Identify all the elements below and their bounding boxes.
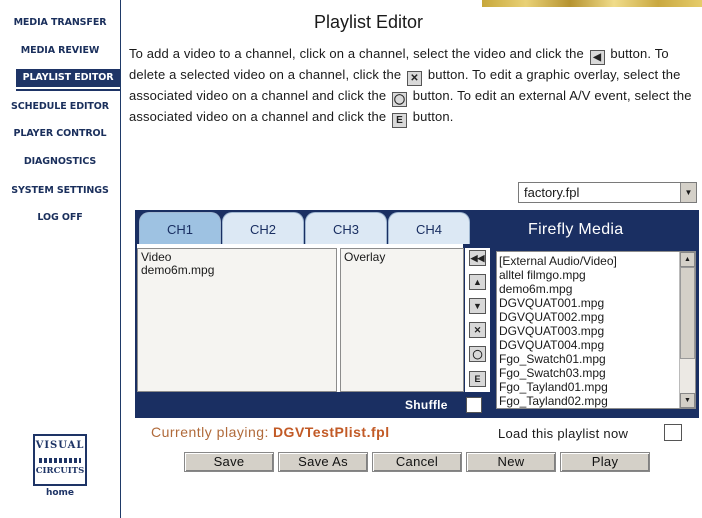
media-items: [External Audio/Video] alltel filmgo.mpg… bbox=[499, 254, 679, 408]
list-item[interactable]: DGVQUAT002.mpg bbox=[499, 310, 679, 324]
header-decoration bbox=[482, 0, 702, 7]
list-item[interactable]: Fgo_Swatch03.mpg bbox=[499, 366, 679, 380]
external-av-icon: E bbox=[392, 113, 407, 128]
save-button[interactable]: Save bbox=[184, 452, 274, 472]
nav-item-media-transfer[interactable]: MEDIA TRANSFER bbox=[0, 14, 120, 32]
visual-circuits-logo[interactable]: VISUAL CIRCUITS bbox=[33, 434, 87, 486]
list-item[interactable]: alltel filmgo.mpg bbox=[499, 268, 679, 282]
list-item[interactable]: [External Audio/Video] bbox=[499, 254, 679, 268]
list-item[interactable]: demo6m.mpg bbox=[499, 282, 679, 296]
intro-part-1: To add a video to a channel, click on a … bbox=[129, 46, 584, 61]
playlist-select[interactable]: factory.fpl ▼ bbox=[518, 182, 697, 203]
nav-item-system-settings[interactable]: SYSTEM SETTINGS bbox=[0, 182, 120, 200]
nav-item-schedule-editor[interactable]: SCHEDULE EDITOR bbox=[0, 98, 120, 116]
add-to-channel-button[interactable]: ◀◀ bbox=[469, 250, 486, 266]
delete-button[interactable]: ✕ bbox=[469, 322, 486, 338]
edit-external-av-button[interactable]: E bbox=[469, 371, 486, 387]
save-as-button[interactable]: Save As bbox=[278, 452, 368, 472]
currently-playing-file: DGVTestPlist.fpl bbox=[272, 424, 390, 440]
instructions-text: To add a video to a channel, click on a … bbox=[129, 44, 695, 128]
edit-overlay-button[interactable]: ◯ bbox=[469, 346, 486, 362]
home-link[interactable]: home bbox=[33, 488, 87, 498]
add-to-channel-icon: ◀◀ bbox=[470, 253, 485, 263]
scroll-up-icon[interactable]: ▲ bbox=[680, 252, 695, 267]
sidebar-nav: MEDIA TRANSFER MEDIA REVIEW PLAYLIST EDI… bbox=[0, 0, 121, 518]
video-list[interactable]: Video demo6m.mpg bbox=[137, 248, 337, 392]
page-title: Playlist Editor bbox=[314, 12, 424, 32]
nav-item-player-control[interactable]: PLAYER CONTROL bbox=[0, 125, 120, 143]
cancel-button[interactable]: Cancel bbox=[372, 452, 462, 472]
load-playlist-checkbox[interactable] bbox=[664, 424, 682, 441]
scroll-thumb[interactable] bbox=[680, 267, 695, 359]
intro-part-5: button. bbox=[412, 109, 454, 124]
overlay-list[interactable]: Overlay bbox=[340, 248, 464, 392]
media-list[interactable]: [External Audio/Video] alltel filmgo.mpg… bbox=[496, 251, 696, 409]
move-up-icon: ▲ bbox=[473, 277, 482, 287]
delete-icon: ✕ bbox=[407, 71, 423, 86]
tab-ch3[interactable]: CH3 bbox=[305, 212, 387, 244]
logo-line-2: CIRCUITS bbox=[35, 466, 85, 476]
overlay-icon: ◯ bbox=[472, 349, 483, 359]
list-item[interactable]: Fgo_Tayland01.mpg bbox=[499, 380, 679, 394]
list-item[interactable]: DGVQUAT004.mpg bbox=[499, 338, 679, 352]
scroll-down-icon[interactable]: ▼ bbox=[680, 393, 695, 408]
move-up-button[interactable]: ▲ bbox=[469, 274, 486, 290]
nav-item-diagnostics[interactable]: DIAGNOSTICS bbox=[0, 153, 120, 171]
new-button[interactable]: New bbox=[466, 452, 556, 472]
nav-item-log-off[interactable]: LOG OFF bbox=[0, 209, 120, 227]
nav-item-playlist-editor[interactable]: PLAYLIST EDITOR bbox=[16, 69, 120, 87]
logo-line-1: VISUAL bbox=[35, 440, 85, 451]
list-item[interactable]: Fgo_Tayland02.mpg bbox=[499, 394, 679, 408]
tab-ch1[interactable]: CH1 bbox=[139, 212, 221, 245]
chevron-down-icon[interactable]: ▼ bbox=[680, 183, 696, 202]
nav-active-underline bbox=[16, 89, 120, 91]
load-playlist-label: Load this playlist now bbox=[498, 426, 629, 441]
tab-ch4[interactable]: CH4 bbox=[388, 212, 470, 244]
media-list-scrollbar[interactable]: ▲ ▼ bbox=[679, 252, 695, 408]
overlay-list-header: Overlay bbox=[344, 250, 386, 264]
shuffle-checkbox[interactable] bbox=[466, 397, 482, 413]
list-item[interactable]: DGVQUAT001.mpg bbox=[499, 296, 679, 310]
currently-playing-label: Currently playing: bbox=[151, 424, 269, 440]
external-av-icon: E bbox=[474, 374, 481, 384]
move-down-icon: ▼ bbox=[473, 301, 482, 311]
shuffle-label: Shuffle bbox=[405, 398, 448, 412]
delete-icon: ✕ bbox=[473, 325, 482, 335]
nav-item-media-review[interactable]: MEDIA REVIEW bbox=[0, 42, 120, 60]
overlay-icon: ◯ bbox=[392, 92, 407, 107]
list-item[interactable]: Fgo_Swatch01.mpg bbox=[499, 352, 679, 366]
list-item[interactable]: demo6m.mpg bbox=[141, 264, 333, 277]
currently-playing: Currently playing: DGVTestPlist.fpl bbox=[151, 424, 390, 440]
logo-bar bbox=[39, 458, 81, 463]
list-item[interactable]: DGVQUAT003.mpg bbox=[499, 324, 679, 338]
brand-label: Firefly Media bbox=[528, 221, 624, 238]
move-down-button[interactable]: ▼ bbox=[469, 298, 486, 314]
add-to-channel-icon: ◀ bbox=[589, 50, 605, 65]
play-button[interactable]: Play bbox=[560, 452, 650, 472]
tab-ch2[interactable]: CH2 bbox=[222, 212, 304, 244]
playlist-select-value: factory.fpl bbox=[524, 185, 580, 200]
